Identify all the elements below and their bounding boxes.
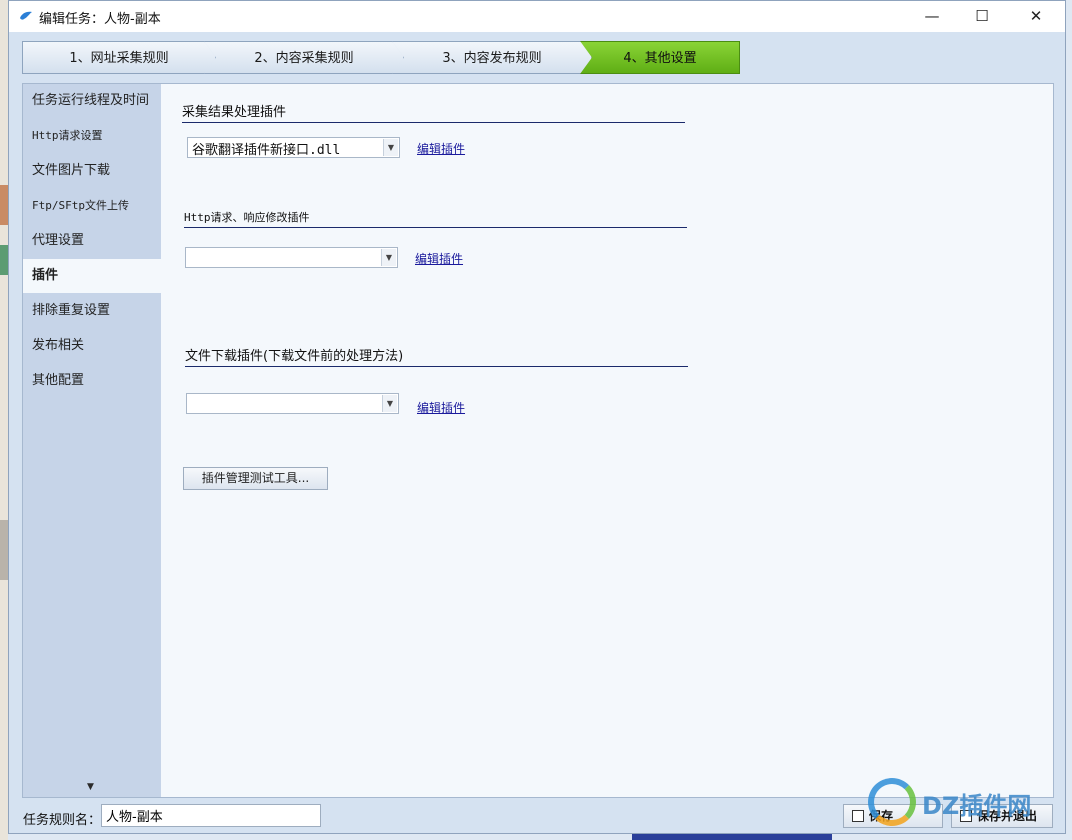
maximize-button[interactable]: ☐: [959, 1, 1005, 32]
sidebar-item-proxy[interactable]: 代理设置: [23, 224, 161, 258]
sidebar-item-http-request[interactable]: Http请求设置: [23, 119, 161, 153]
window-title: 编辑任务：人物-副本: [39, 12, 161, 27]
edit-result-plugin-link[interactable]: 编辑插件: [417, 140, 465, 157]
rule-name-label: 任务规则名：: [23, 813, 102, 828]
tab-url-rules[interactable]: 1、网址采集规则: [22, 41, 216, 74]
plugins-panel: 采集结果处理插件 谷歌翻译插件新接口.dll ▼ 编辑插件 Http请求、响应修…: [161, 84, 1053, 797]
minimize-button[interactable]: —: [909, 1, 955, 32]
tab-other-settings[interactable]: 4、其他设置: [580, 41, 740, 74]
result-plugin-select[interactable]: 谷歌翻译插件新接口.dll ▼: [187, 137, 400, 158]
desktop-background-fragment: [0, 0, 8, 840]
sidebar-item-ftp-upload[interactable]: Ftp/SFtp文件上传: [23, 189, 161, 223]
sidebar-item-thread-time[interactable]: 任务运行线程及时间: [23, 84, 161, 118]
download-plugin-group-title: 文件下载插件(下载文件前的处理方法): [185, 345, 688, 367]
settings-sidebar: 任务运行线程及时间 Http请求设置 文件图片下载 Ftp/SFtp文件上传 代…: [23, 84, 162, 797]
http-plugin-group-title: Http请求、响应修改插件: [184, 209, 687, 228]
sidebar-item-plugins[interactable]: 插件: [23, 259, 162, 293]
settings-frame: 任务运行线程及时间 Http请求设置 文件图片下载 Ftp/SFtp文件上传 代…: [22, 83, 1054, 798]
http-plugin-select[interactable]: ▼: [185, 247, 398, 268]
edit-task-window: 编辑任务：人物-副本 — ☐ ✕ 1、网址采集规则 2、内容采集规则 3、内容发…: [8, 0, 1066, 834]
download-plugin-select[interactable]: ▼: [186, 393, 399, 414]
title-bar[interactable]: 编辑任务：人物-副本 — ☐ ✕: [9, 1, 1065, 32]
floppy-disk-icon: [852, 810, 864, 822]
edit-download-plugin-link[interactable]: 编辑插件: [417, 399, 465, 416]
desktop-icon-fragment: [0, 520, 8, 580]
edit-http-plugin-link[interactable]: 编辑插件: [415, 250, 463, 267]
result-plugin-value: 谷歌翻译插件新接口.dll: [192, 143, 341, 158]
sidebar-item-file-download[interactable]: 文件图片下载: [23, 154, 161, 188]
plugin-test-tool-button[interactable]: 插件管理测试工具...: [183, 467, 328, 490]
sidebar-item-other-config[interactable]: 其他配置: [23, 364, 161, 398]
rule-name-input[interactable]: [101, 804, 321, 827]
scroll-down-arrow-icon[interactable]: ▼: [87, 782, 94, 792]
close-button[interactable]: ✕: [1013, 1, 1059, 32]
chevron-down-icon[interactable]: ▼: [382, 395, 397, 412]
tab-content-rules[interactable]: 2、内容采集规则: [204, 41, 404, 74]
sidebar-item-publish[interactable]: 发布相关: [23, 329, 161, 363]
app-bird-icon: [20, 11, 32, 20]
taskbar-fragment: [632, 834, 832, 840]
sidebar-item-dedup[interactable]: 排除重复设置: [23, 294, 161, 328]
desktop-icon-fragment: [0, 185, 8, 225]
watermark-text: DZ插件网: [922, 792, 1032, 820]
chevron-down-icon[interactable]: ▼: [381, 249, 396, 266]
watermark: DZ插件网: [868, 778, 1064, 828]
tab-publish-rules[interactable]: 3、内容发布规则: [392, 41, 592, 74]
result-plugin-group-title: 采集结果处理插件: [182, 101, 685, 123]
desktop-icon-fragment: [0, 245, 8, 275]
chevron-down-icon[interactable]: ▼: [383, 139, 398, 156]
watermark-logo-icon: [868, 778, 916, 826]
step-tabs: 1、网址采集规则 2、内容采集规则 3、内容发布规则 4、其他设置: [22, 41, 740, 76]
